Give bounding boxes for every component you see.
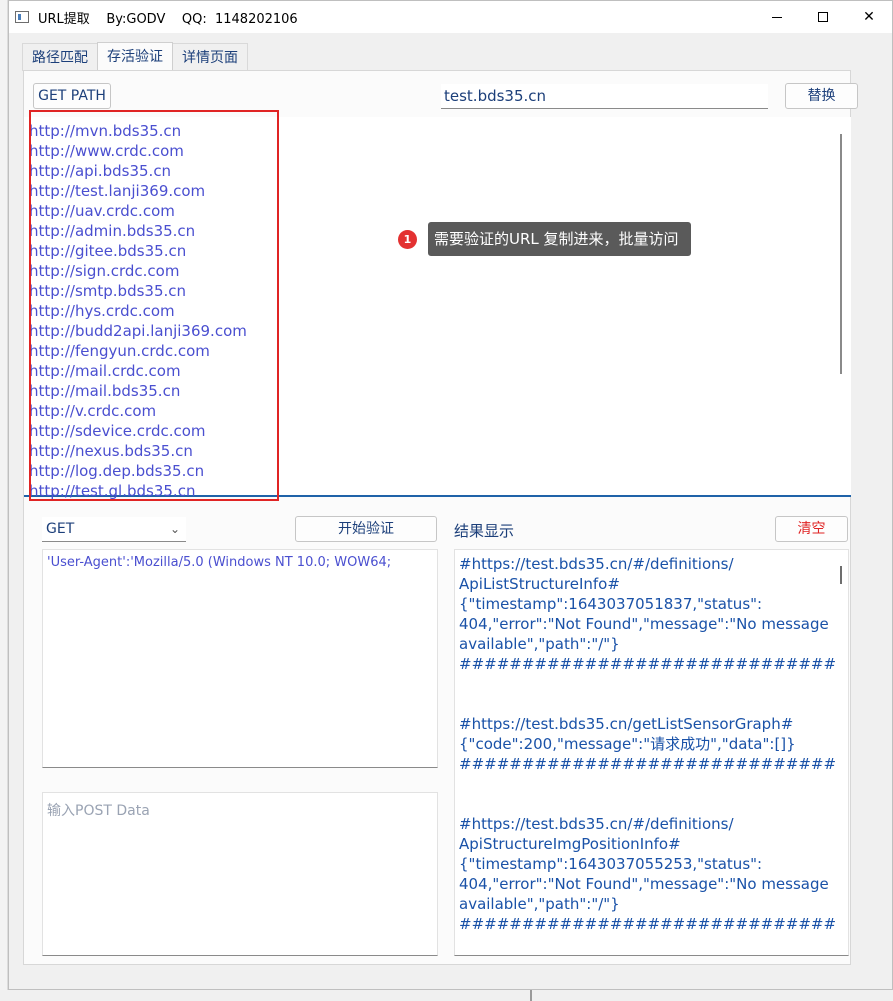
headers-textbox[interactable]: 'User-Agent':'Mozilla/5.0 (Windows NT 10… [42,549,438,768]
result-line [459,794,835,814]
minimize-button[interactable] [754,1,800,33]
headers-value: 'User-Agent':'Mozilla/5.0 (Windows NT 10… [47,555,392,570]
tab-detail-page[interactable]: 详情页面 [172,43,248,71]
result-label: 结果显示 [454,522,515,540]
result-line: #https://test.bds35.cn/#/definitions/ [459,815,734,833]
get-path-button[interactable]: GET PATH [33,83,111,109]
chevron-down-icon: ⌄ [169,522,180,536]
result-scrollbar[interactable] [840,566,842,584]
annotation-number-badge: 1 [398,229,417,249]
post-data-textbox[interactable]: 输入POST Data [42,792,438,956]
result-line: available","path":"/"} [459,895,620,913]
minimize-icon [772,16,782,18]
clear-button[interactable]: 清空 [775,516,848,542]
result-line: ############################## [459,655,837,673]
result-line: available","path":"/"} [459,635,620,653]
result-line: ############################## [459,915,837,933]
result-line: #https://test.bds35.cn/getListSensorGrap… [459,715,794,733]
result-line: ############################## [459,755,837,773]
result-lines: #https://test.bds35.cn/#/definitions/Api… [459,554,837,934]
method-value: GET [46,521,75,537]
tab-alive-check[interactable]: 存活验证 [97,42,173,72]
post-data-placeholder: 输入POST Data [47,803,150,819]
background-divider [530,990,532,1001]
path-input[interactable]: test.bds35.cn [441,84,768,109]
maximize-button[interactable] [800,1,846,33]
tab-path-match[interactable]: 路径匹配 [22,43,98,71]
start-verify-button[interactable]: 开始验证 [295,516,437,542]
close-icon: ✕ [863,9,875,25]
window-controls: ✕ [754,1,892,33]
highlight-box [29,110,279,501]
result-line: {"code":200,"message":"请求成功","data":[]} [459,735,796,753]
annotation-text: 需要验证的URL 复制进来，批量访问 [428,222,691,256]
result-line: ApiStructureImgPositionInfo# [459,835,681,853]
result-line [459,694,835,714]
close-button[interactable]: ✕ [846,1,892,33]
maximize-icon [818,12,828,22]
background-window-strip [0,0,8,1001]
result-line [459,674,835,694]
result-line: {"timestamp":1643037055253,"status": [459,855,763,873]
method-select[interactable]: GET ⌄ [42,517,186,542]
result-line [459,774,835,794]
background-bottom-strip [0,990,893,1001]
result-line: ApiListStructureInfo# [459,575,620,593]
result-line: #https://test.bds35.cn/#/definitions/ [459,555,734,573]
window-title: URL提取 By:GODV QQ: 1148202106 [38,11,298,27]
result-textbox[interactable]: #https://test.bds35.cn/#/definitions/Api… [454,549,849,956]
result-line: 404,"error":"Not Found","message":"No me… [459,615,829,633]
tab-bar: 路径匹配 存活验证 详情页面 [22,42,248,72]
url-scrollbar[interactable] [840,134,842,374]
annotation-tooltip: 1 需要验证的URL 复制进来，批量访问 [398,222,691,256]
result-line: {"timestamp":1643037051837,"status": [459,595,763,613]
app-icon [15,11,29,23]
title-bar: URL提取 By:GODV QQ: 1148202106 ✕ [9,1,892,33]
replace-button[interactable]: 替换 [785,83,858,109]
result-line: 404,"error":"Not Found","message":"No me… [459,875,829,893]
